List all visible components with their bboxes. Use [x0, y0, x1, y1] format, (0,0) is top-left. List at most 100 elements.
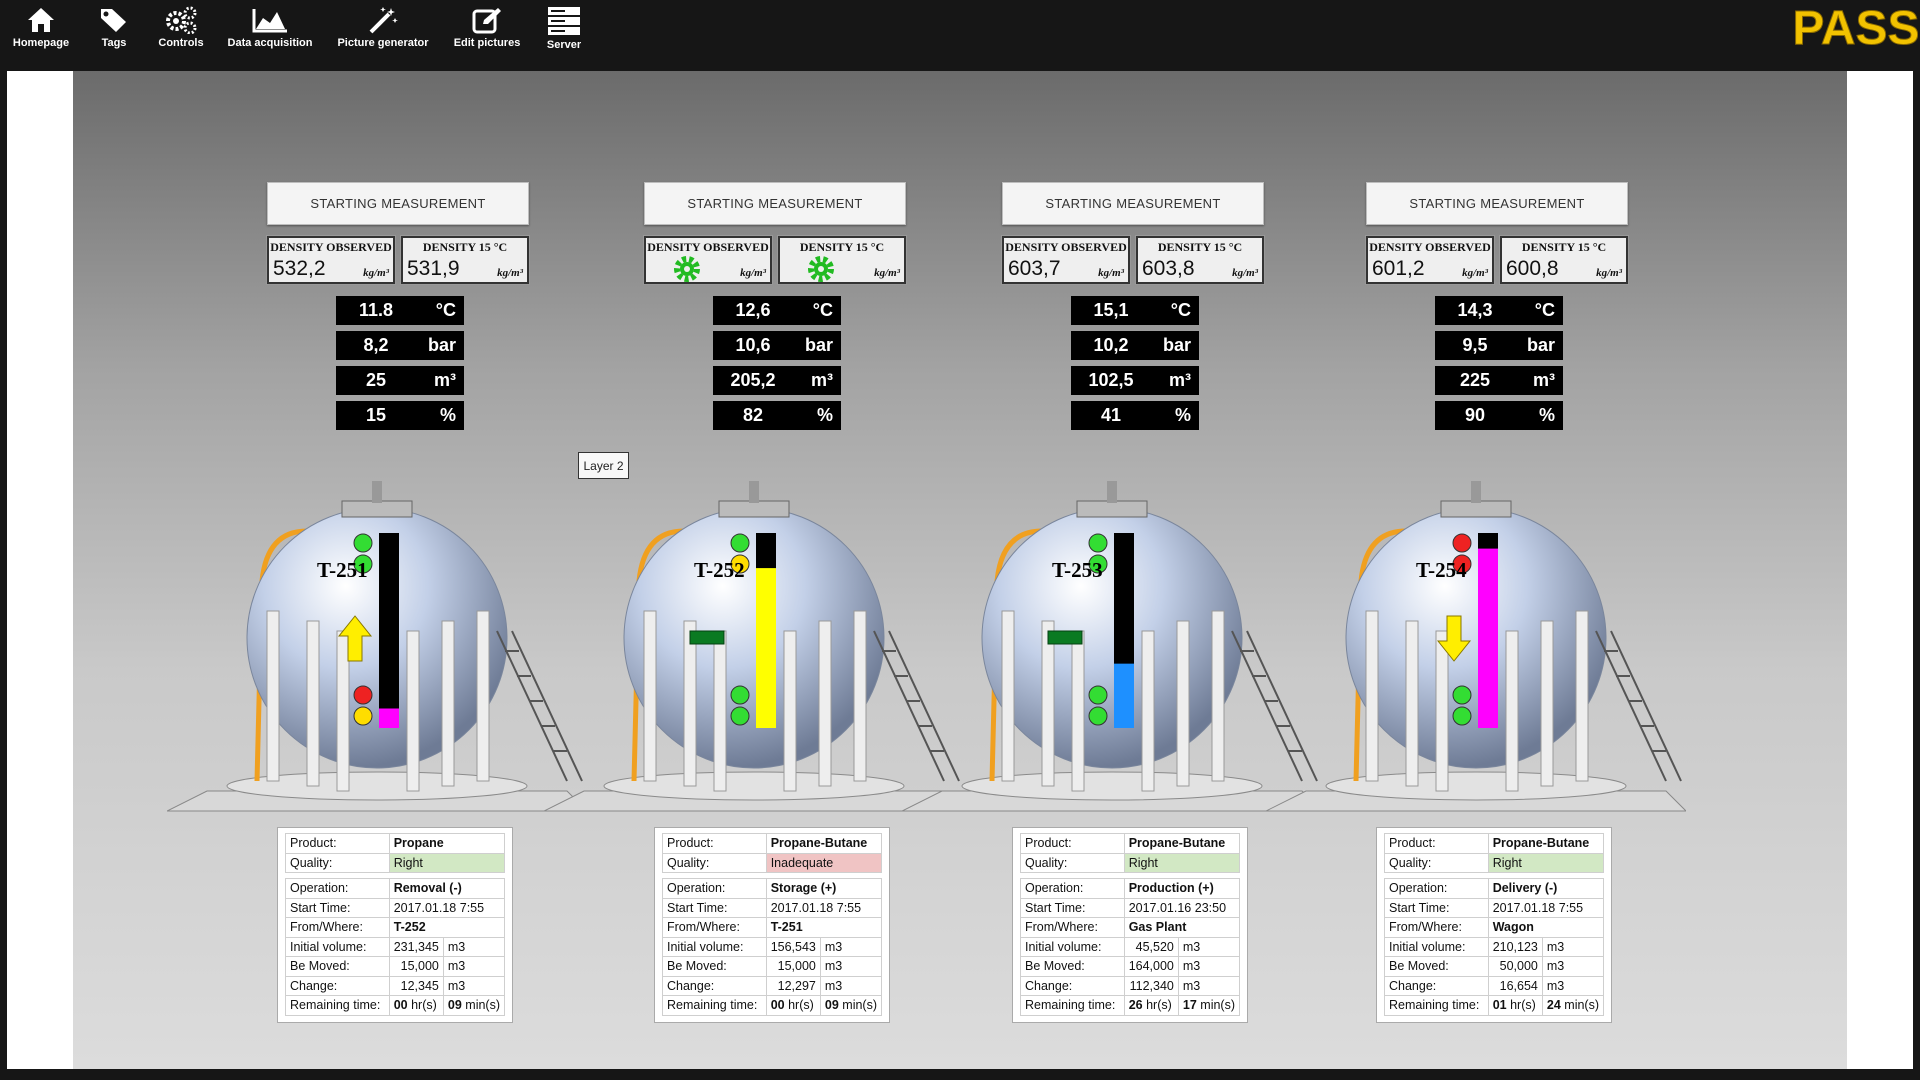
quality-value: Right	[1123, 852, 1241, 873]
operation-label: Operation:	[1020, 878, 1125, 899]
density-unit: kg/m³	[497, 267, 523, 279]
pressure-display: 9,5 bar	[1435, 331, 1563, 360]
operation-label: Operation:	[1384, 878, 1489, 899]
remaining-minutes-cell: 17 min(s)	[1177, 995, 1241, 1016]
spherical-tank-graphic[interactable]	[167, 441, 587, 821]
tank-info-card: Product: Propane-Butane Quality: Inadequat…	[654, 827, 890, 1023]
initial-volume-value: 45,520	[1123, 936, 1179, 957]
remaining-hours-value: 00	[770, 998, 785, 1013]
level-percent-display: 90 %	[1435, 401, 1563, 430]
temperature-value: 11.8	[358, 300, 394, 320]
pass-logo: PASS	[1794, 2, 1918, 54]
nav-server[interactable]: Server	[542, 0, 586, 59]
remaining-minutes-cell: 24 min(s)	[1541, 995, 1605, 1016]
volume-display: 205,2 m³	[713, 366, 841, 395]
temperature-unit: °C	[1534, 300, 1555, 320]
info-row-change: Change: 12,345 m3	[285, 975, 506, 996]
remaining-hours-value: 26	[1128, 998, 1143, 1013]
product-label: Product:	[662, 833, 767, 854]
pressure-display: 10,2 bar	[1071, 331, 1199, 360]
initial-volume-value: 210,123	[1487, 936, 1543, 957]
start-measurement-button[interactable]: STARTING MEASUREMENT	[1366, 182, 1628, 225]
density-unit: kg/m³	[874, 267, 900, 279]
info-row-change: Change: 16,654 m3	[1384, 975, 1605, 996]
nav-edit-pictures[interactable]: Edit pictures	[452, 0, 522, 59]
level-percent-unit: %	[439, 405, 456, 425]
spherical-tank-graphic[interactable]	[544, 441, 964, 821]
nav-controls[interactable]: Controls	[154, 0, 208, 59]
start-measurement-button[interactable]: STARTING MEASUREMENT	[644, 182, 906, 225]
level-percent-display: 15 %	[336, 401, 464, 430]
remaining-minutes-value: 24	[1546, 998, 1561, 1013]
info-row-from-where: From/Where: T-252	[285, 917, 506, 938]
tank-panel-t-253: STARTING MEASUREMENT DENSITY OBSERVED 60…	[902, 71, 1322, 1069]
volume-value: 25	[365, 370, 387, 390]
top-platform	[1440, 500, 1512, 518]
tank-sphere	[981, 507, 1243, 769]
temperature-unit: °C	[812, 300, 833, 320]
level-fill	[756, 568, 776, 728]
volume-unit: m3	[442, 975, 506, 996]
status-lamp	[1088, 706, 1108, 726]
nav-server-label: Server	[546, 39, 582, 51]
top-platform	[1076, 500, 1148, 518]
status-lamp	[730, 706, 750, 726]
status-lamp	[730, 533, 750, 553]
info-row-quality: Quality: Right	[1020, 852, 1241, 873]
info-row-remaining-time: Remaining time: 26 hr(s) 17 min(s)	[1020, 995, 1241, 1016]
density-observed-box: DENSITY OBSERVED 601,2 kg/m³	[1366, 236, 1494, 284]
quality-label: Quality:	[662, 852, 767, 873]
from-where-value: Wagon	[1487, 917, 1605, 938]
nav-homepage-label: Homepage	[12, 37, 70, 49]
density-observed-label: DENSITY OBSERVED	[270, 240, 392, 254]
nav-picture-generator[interactable]: Picture generator	[336, 0, 430, 59]
spherical-tank-graphic[interactable]	[1266, 441, 1686, 821]
density-observed-box: DENSITY OBSERVED kg/m³	[644, 236, 772, 284]
top-nav-bar: Homepage Tags Controls Data acquisition …	[0, 0, 1920, 59]
edit-icon	[472, 8, 501, 34]
status-lamp	[1088, 685, 1108, 705]
info-row-initial-volume: Initial volume: 156,543 m3	[662, 936, 883, 957]
start-time-value: 2017.01.16 23:50	[1123, 897, 1241, 918]
operation-value: Storage (+)	[765, 878, 883, 899]
start-measurement-button[interactable]: STARTING MEASUREMENT	[267, 182, 529, 225]
tank-info-table: Product: Propane-Butane Quality: Inadequat…	[662, 833, 883, 1016]
remaining-hours-cell: 00 hr(s)	[765, 995, 821, 1016]
pressure-value: 8,2	[363, 335, 389, 355]
top-platform	[341, 500, 413, 518]
start-measurement-button[interactable]: STARTING MEASUREMENT	[1002, 182, 1264, 225]
change-label: Change:	[1020, 975, 1125, 996]
hours-unit: hr(s)	[411, 998, 437, 1013]
density-observed-box: DENSITY OBSERVED 603,7 kg/m³	[1002, 236, 1130, 284]
loading-gear-icon	[808, 256, 834, 282]
nav-homepage[interactable]: Homepage	[8, 0, 74, 59]
from-where-label: From/Where:	[1384, 917, 1489, 938]
nav-data-acquisition[interactable]: Data acquisition	[226, 0, 314, 59]
start-time-value: 2017.01.18 7:55	[388, 897, 506, 918]
info-row-quality: Quality: Right	[285, 852, 506, 873]
top-valve	[749, 481, 759, 503]
pressure-value: 10,6	[735, 335, 771, 355]
spherical-tank-graphic[interactable]	[902, 441, 1322, 821]
tank-sphere	[246, 507, 508, 769]
from-where-label: From/Where:	[662, 917, 767, 938]
operation-value: Delivery (-)	[1487, 878, 1605, 899]
nav-tags[interactable]: Tags	[92, 0, 136, 59]
tank-name: T-252	[694, 558, 745, 582]
volume-unit: m³	[1169, 370, 1191, 390]
home-icon	[28, 8, 54, 32]
level-percent-display: 41 %	[1071, 401, 1199, 430]
initial-volume-label: Initial volume:	[1384, 936, 1489, 957]
temperature-display: 11.8 °C	[336, 296, 464, 325]
minutes-unit: min(s)	[465, 998, 500, 1013]
volume-display: 102,5 m³	[1071, 366, 1199, 395]
volume-unit: m3	[819, 936, 883, 957]
idle-bar-icon	[689, 630, 725, 645]
pressure-display: 10,6 bar	[713, 331, 841, 360]
info-row-start-time: Start Time: 2017.01.16 23:50	[1020, 897, 1241, 918]
volume-display: 25 m³	[336, 366, 464, 395]
temperature-unit: °C	[435, 300, 456, 320]
status-lamp	[353, 706, 373, 726]
be-moved-label: Be Moved:	[662, 956, 767, 977]
tank-sphere	[1345, 507, 1607, 769]
